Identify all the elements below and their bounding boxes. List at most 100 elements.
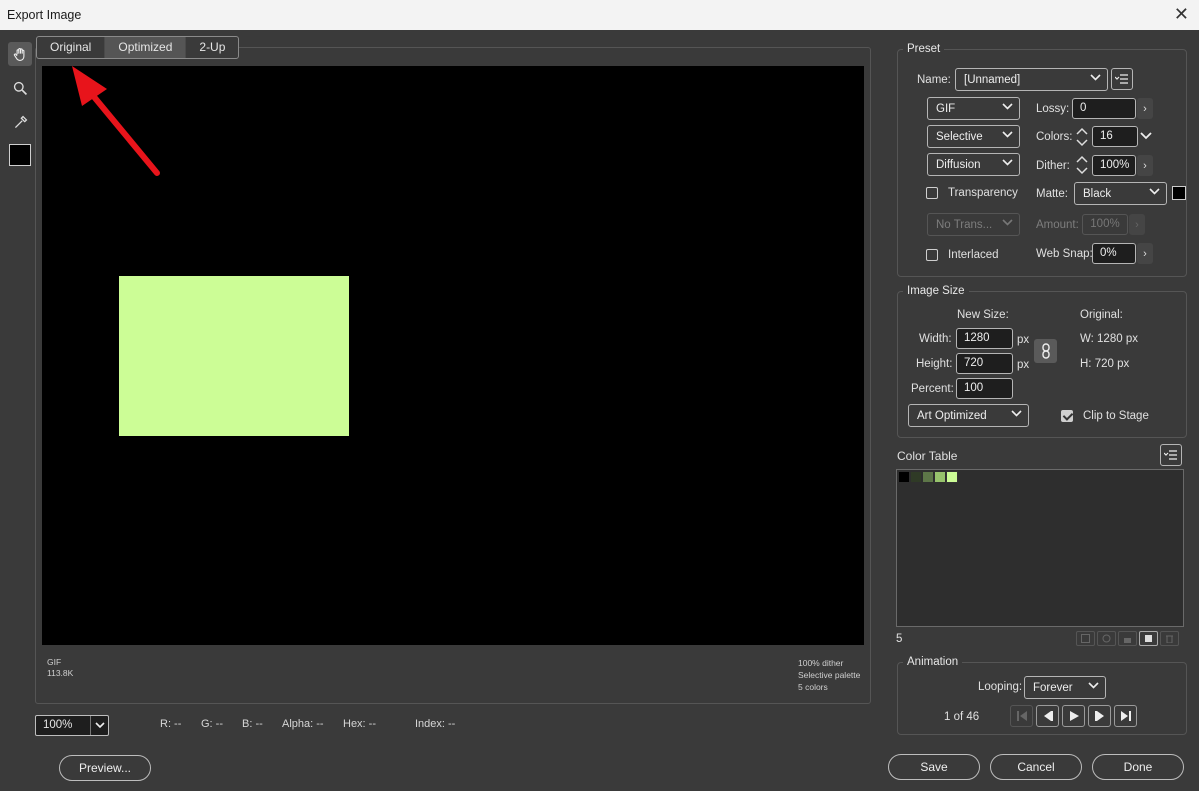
clip-to-stage-checkbox[interactable] xyxy=(1061,410,1073,422)
web-snap-input[interactable]: 0% xyxy=(1092,243,1136,264)
eyedropper-color-swatch[interactable] xyxy=(9,144,31,166)
colors-label: Colors: xyxy=(1036,131,1073,143)
color-table-title: Color Table xyxy=(897,449,958,463)
dither-stepper-icon[interactable] xyxy=(1076,155,1088,175)
transparency-dither-select[interactable]: No Trans... xyxy=(927,213,1020,236)
cancel-button[interactable]: Cancel xyxy=(990,754,1082,780)
dither-label: Dither: xyxy=(1036,160,1070,172)
new-color-icon[interactable] xyxy=(1139,631,1158,646)
previous-frame-button[interactable] xyxy=(1036,705,1059,727)
image-size-title: Image Size xyxy=(903,285,969,297)
chevron-down-icon xyxy=(1002,131,1013,138)
tab-original[interactable]: Original xyxy=(37,37,104,58)
preview-button[interactable]: Preview... xyxy=(59,755,151,781)
web-snap-arrow-button[interactable]: › xyxy=(1137,243,1153,264)
window-title: Export Image xyxy=(7,8,82,22)
chevron-down-icon xyxy=(1002,159,1013,166)
next-frame-button[interactable] xyxy=(1088,705,1111,727)
looping-select[interactable]: Forever xyxy=(1024,676,1106,699)
dither-info: 100% dither xyxy=(798,658,844,668)
lossy-arrow-button[interactable]: › xyxy=(1137,98,1153,119)
resample-quality-value: Art Optimized xyxy=(917,409,987,422)
amount-arrow-button[interactable]: › xyxy=(1129,214,1145,235)
dither-arrow-button[interactable]: › xyxy=(1137,155,1153,176)
dither-algorithm-select[interactable]: Diffusion xyxy=(927,153,1020,176)
save-button[interactable]: Save xyxy=(888,754,980,780)
zoom-icon xyxy=(13,81,27,95)
first-frame-icon xyxy=(1016,711,1027,721)
zoom-tool[interactable] xyxy=(8,76,32,100)
width-label: Width: xyxy=(919,333,952,345)
color-swatch[interactable] xyxy=(923,472,933,482)
r-readout: R: -- xyxy=(160,718,182,730)
matte-value: Black xyxy=(1083,187,1112,200)
clip-to-stage-label: Clip to Stage xyxy=(1083,410,1149,422)
matte-select[interactable]: Black xyxy=(1074,182,1167,205)
hex-readout: Hex: -- xyxy=(343,718,376,730)
eyedropper-tool[interactable] xyxy=(8,110,32,134)
chevron-down-icon xyxy=(1011,410,1022,417)
transparency-checkbox[interactable] xyxy=(926,187,938,199)
play-button[interactable] xyxy=(1062,705,1085,727)
link-icon xyxy=(1041,343,1050,359)
web-safe-icon[interactable] xyxy=(1076,631,1095,646)
zoom-select[interactable]: 100% xyxy=(35,715,109,736)
index-readout: Index: -- xyxy=(415,718,456,730)
alpha-readout: Alpha: -- xyxy=(282,718,324,730)
title-bar: Export Image ✕ xyxy=(0,0,1199,30)
percent-input[interactable]: 100 xyxy=(956,378,1013,399)
colors-input[interactable]: 16 xyxy=(1092,126,1138,147)
done-button[interactable]: Done xyxy=(1092,754,1184,780)
tab-optimized[interactable]: Optimized xyxy=(104,37,186,58)
dither-input[interactable]: 100% xyxy=(1092,155,1136,176)
width-unit: px xyxy=(1017,334,1030,346)
chevron-down-icon[interactable] xyxy=(1140,132,1152,141)
hand-icon xyxy=(13,47,24,61)
chevron-down-icon xyxy=(1090,74,1101,81)
chevron-down-icon xyxy=(1002,103,1013,110)
palette-info: Selective palette xyxy=(798,670,861,680)
red-arrow-annotation xyxy=(72,66,160,176)
tab-2-up[interactable]: 2-Up xyxy=(185,37,238,58)
color-table-menu-button[interactable] xyxy=(1160,444,1182,466)
color-swatch[interactable] xyxy=(935,472,945,482)
g-readout: G: -- xyxy=(201,718,223,730)
constrain-proportions-button[interactable] xyxy=(1034,339,1057,363)
looping-label: Looping: xyxy=(978,681,1023,693)
resample-quality-select[interactable]: Art Optimized xyxy=(908,404,1029,427)
format-select[interactable]: GIF xyxy=(927,97,1020,120)
play-icon xyxy=(1069,711,1079,721)
height-input[interactable]: 720 xyxy=(956,353,1013,374)
color-swatch[interactable] xyxy=(911,472,921,482)
color-swatch[interactable] xyxy=(899,472,909,482)
last-frame-button[interactable] xyxy=(1114,705,1137,727)
width-input[interactable]: 1280 xyxy=(956,328,1013,349)
menu-icon xyxy=(1164,450,1177,460)
trash-icon[interactable] xyxy=(1160,631,1179,646)
preset-menu-button[interactable] xyxy=(1111,68,1133,90)
hand-tool[interactable] xyxy=(8,42,32,66)
lossy-label: Lossy: xyxy=(1036,103,1070,115)
tool-column xyxy=(8,42,34,166)
height-label: Height: xyxy=(916,358,953,370)
zoom-value[interactable]: 100% xyxy=(36,716,90,735)
interlaced-checkbox[interactable] xyxy=(926,249,938,261)
new-size-label: New Size: xyxy=(957,309,1009,321)
first-frame-button[interactable] xyxy=(1010,705,1033,727)
palette-select[interactable]: Selective xyxy=(927,125,1020,148)
transparency-dither-value: No Trans... xyxy=(936,218,993,231)
close-icon[interactable]: ✕ xyxy=(1174,4,1189,25)
color-table[interactable] xyxy=(896,469,1184,627)
chevron-down-icon[interactable] xyxy=(90,716,108,735)
colors-stepper-icon[interactable] xyxy=(1076,127,1088,147)
color-swatch[interactable] xyxy=(946,471,958,483)
matte-color-swatch[interactable] xyxy=(1172,186,1186,200)
lock-icon[interactable] xyxy=(1118,631,1137,646)
file-size-text: 113.8K xyxy=(47,668,74,678)
lossy-input[interactable]: 0 xyxy=(1072,98,1136,119)
preset-name-select[interactable]: [Unnamed] xyxy=(955,68,1108,91)
preview-info-right: 100% dither Selective palette 5 colors xyxy=(798,657,860,693)
web-shift-icon[interactable] xyxy=(1097,631,1116,646)
chevron-down-icon xyxy=(1002,219,1013,226)
amount-input[interactable]: 100% xyxy=(1082,214,1128,235)
